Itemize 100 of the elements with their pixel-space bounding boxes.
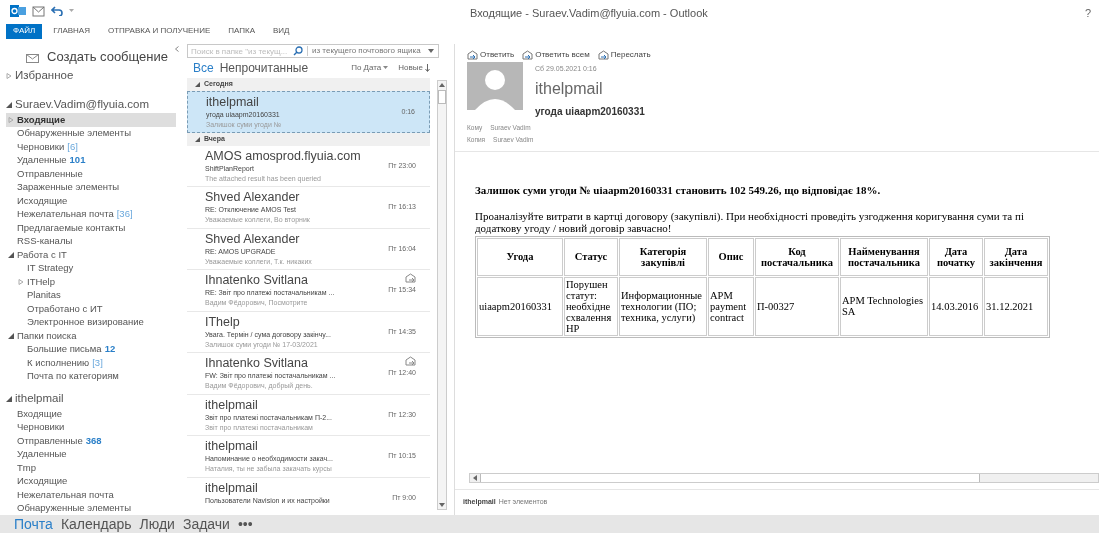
scrollbar-thumb[interactable] — [480, 474, 980, 482]
down-arrow-icon[interactable] — [425, 64, 430, 72]
folder-item[interactable]: К исполнению [3] — [6, 356, 176, 370]
folder-item[interactable]: Черновики — [6, 420, 176, 434]
folder-item[interactable]: RSS-каналы — [6, 234, 176, 248]
scroll-down-icon[interactable] — [439, 503, 445, 507]
window-title: Входящие - Suraev.Vadim@flyuia.com - Outlook — [470, 6, 708, 21]
folder-item[interactable]: ITHelp — [6, 275, 176, 289]
nav-item[interactable]: ••• — [237, 515, 253, 533]
reply-action-button[interactable]: Ответить — [467, 48, 515, 62]
ribbon-tab[interactable]: ГЛАВНАЯ — [46, 23, 97, 39]
sort-order-button[interactable]: Новые — [398, 62, 423, 74]
folder-item[interactable]: Почта по категориям — [6, 369, 176, 383]
folder-item[interactable]: ithelpmail — [6, 391, 176, 407]
column-header: Категорія закупівлі — [619, 237, 707, 276]
search-scope-dropdown[interactable]: из текущего почтового ящика — [312, 45, 427, 57]
ribbon-tab[interactable]: ПАПКА — [221, 23, 262, 39]
table-cell: APM Technologies SA — [840, 276, 928, 336]
folder-item[interactable]: Входящие — [6, 407, 176, 421]
help-button[interactable]: ? — [1084, 5, 1091, 22]
scroll-up-icon[interactable] — [439, 83, 445, 87]
expanded-icon[interactable] — [6, 396, 12, 402]
folder-item[interactable]: Нежелательная почта [36] — [6, 207, 176, 221]
scrollbar-thumb[interactable] — [438, 90, 446, 104]
ribbon-tab[interactable]: ВИД — [266, 23, 297, 39]
filter-tab[interactable]: Все — [193, 59, 214, 77]
folder-item[interactable]: Suraev.Vadim@flyuia.com — [6, 97, 176, 113]
folder-item[interactable]: Отработано с ИТ — [6, 302, 176, 316]
folder-item[interactable]: Входящие — [6, 113, 176, 127]
message-sender: ithelpmail — [206, 95, 260, 109]
folder-item[interactable]: Зараженные элементы — [6, 180, 176, 194]
search-field[interactable]: Поиск в папке "из текущ... из текущего почтового ящика — [187, 44, 439, 58]
expanded-icon[interactable] — [6, 102, 12, 108]
reply-action-button[interactable]: Переслать — [597, 48, 651, 62]
message-sender: ithelpmail — [205, 480, 259, 495]
collapse-pane-icon[interactable] — [175, 46, 179, 52]
table-cell: 31.12.2021 — [984, 276, 1048, 336]
folder-item[interactable]: IT Strategy — [6, 261, 176, 275]
column-header: Дата початку — [929, 237, 983, 276]
dropdown-icon[interactable] — [427, 48, 435, 54]
table-cell: 14.03.2016 — [929, 276, 983, 336]
reply-action-button[interactable]: Ответить всем — [522, 48, 590, 62]
message-sender: Shved Alexander — [205, 190, 301, 204]
folder-item[interactable]: Электронное визирование — [6, 315, 176, 329]
folder-item[interactable]: Нежелательная почта — [6, 488, 176, 502]
table-cell: Порушен статут: необхідне схвалення HP — [564, 276, 618, 336]
folder-item[interactable]: Большие письма 12 — [6, 342, 176, 356]
message-sender: Shved Alexander — [205, 231, 301, 246]
envelope-arrow-icon — [522, 50, 534, 60]
scroll-left-icon[interactable] — [473, 475, 477, 481]
envelope-arrow-icon — [467, 50, 478, 60]
nav-item[interactable]: Задачи — [182, 515, 230, 533]
expanded-icon[interactable] — [195, 82, 200, 87]
message-sender: AMOS amosprod.flyuia.com — [205, 148, 362, 163]
envelope-arrow-icon — [597, 50, 609, 60]
table-cell: Информационные технологии (ПО; техника, услуги) — [619, 276, 707, 336]
table-cell: APM payment contract — [708, 276, 754, 336]
ribbon-tab[interactable]: ФАЙЛ — [6, 23, 43, 39]
new-message-button[interactable]: Создать сообщение — [6, 48, 169, 66]
message-sender: ithelpmail — [535, 78, 604, 99]
dropdown-icon[interactable] — [383, 66, 389, 70]
folder-item[interactable]: Обнаруженные элементы — [6, 501, 176, 515]
folder-item[interactable]: Отправленные 368 — [6, 434, 176, 448]
message-sender: ithelpmail — [205, 397, 259, 412]
expanded-icon[interactable] — [8, 332, 14, 339]
folder-item[interactable]: Исходящие — [6, 194, 176, 208]
sort-dropdown[interactable]: По Дата — [351, 62, 382, 74]
nav-item[interactable]: Календарь — [60, 515, 132, 533]
new-message-icon — [26, 51, 39, 63]
message-sender: Ihnatenko Svitlana — [205, 356, 309, 370]
folder-item[interactable]: Planitas — [6, 288, 176, 302]
folder-item[interactable]: Избранное — [6, 68, 176, 84]
folder-item[interactable]: Отправленные — [6, 167, 176, 181]
folder-item[interactable]: Исходящие — [6, 474, 176, 488]
expanded-icon[interactable] — [8, 251, 14, 258]
message-sender: IThelp — [205, 314, 241, 329]
folder-item[interactable]: Черновики [6] — [6, 140, 176, 154]
column-header: Дата закінчення — [984, 237, 1048, 276]
column-header: Код постачальника — [755, 237, 839, 276]
folder-item[interactable]: Работа с IT — [6, 248, 176, 262]
folder-item[interactable]: Tmp — [6, 461, 176, 475]
nav-item[interactable]: Люди — [139, 515, 175, 533]
folder-item[interactable]: Удаленные 101 — [6, 153, 176, 167]
search-icon[interactable] — [293, 46, 303, 56]
ribbon-tab[interactable]: ОТПРАВКА И ПОЛУЧЕНИЕ — [100, 23, 218, 39]
folder-item[interactable]: Предлагаемые контакты — [6, 221, 176, 235]
table-cell: uiaapm20160331 — [477, 276, 563, 336]
outlook-logo-icon[interactable] — [10, 5, 26, 17]
message-sender: Ihnatenko Svitlana — [205, 273, 309, 287]
filter-tab[interactable]: Непрочитанные — [219, 59, 309, 77]
table-cell: П-00327 — [755, 276, 839, 336]
scrollbar[interactable] — [437, 80, 447, 510]
folder-item[interactable]: Папки поиска — [6, 329, 176, 343]
folder-item[interactable]: Удаленные — [6, 447, 176, 461]
message-subject: угода uiaapm20160331 — [535, 104, 645, 119]
undo-icon[interactable] — [51, 6, 63, 16]
expanded-icon[interactable] — [195, 136, 200, 142]
message-sender: ithelpmail — [205, 439, 259, 453]
column-header: Статус — [564, 237, 618, 276]
folder-item[interactable]: Обнаруженные элементы — [6, 126, 176, 140]
